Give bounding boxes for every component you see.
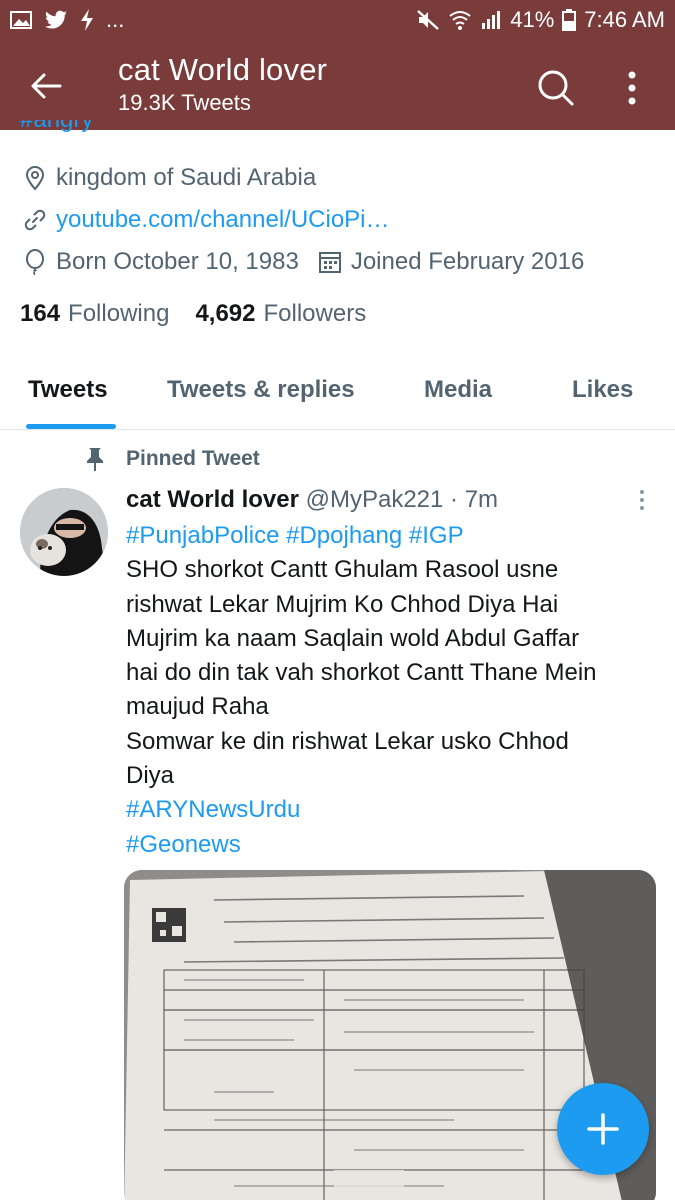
app-bar: cat World lover 19.3K Tweets	[0, 40, 675, 130]
tab-tweets-replies[interactable]: Tweets & replies	[167, 376, 355, 404]
tweet-line: rishwat Lekar Mujrim Ko Chhod Diya Hai	[126, 590, 559, 618]
tab-likes[interactable]: Likes	[572, 376, 633, 404]
tweet-count: 19.3K Tweets	[118, 90, 251, 115]
tweet-line: Somwar ke din rishwat Lekar usko Chhod	[126, 727, 569, 755]
profile-tabs: Tweets Tweets & replies Media Likes	[0, 356, 675, 430]
pinned-indicator: Pinned Tweet	[84, 446, 260, 472]
tweet-line: maujud Raha	[126, 693, 269, 721]
tweet-author-handle[interactable]: @MyPak221	[306, 486, 444, 513]
battery-icon	[562, 9, 577, 31]
following-count[interactable]: 164	[20, 300, 60, 328]
birthday-balloon-icon	[22, 249, 48, 275]
joined-text: Joined February 2016	[350, 248, 585, 275]
back-button[interactable]	[22, 62, 70, 110]
bio-hashtag-cut[interactable]: #angry	[20, 120, 93, 132]
tweet-author-name[interactable]: cat World lover	[126, 486, 299, 513]
tweet-time: 7m	[464, 486, 499, 513]
status-bar: ... 41% 7:46 AM	[0, 0, 675, 40]
mute-icon	[416, 9, 440, 31]
follow-stats: 164 Following 4,692 Followers	[20, 300, 392, 328]
profile-link[interactable]: youtube.com/channel/UCioPi…	[56, 206, 390, 234]
following-label[interactable]: Following	[68, 300, 169, 328]
search-button[interactable]	[530, 62, 582, 114]
lightning-icon	[80, 9, 94, 31]
compose-tweet-button[interactable]	[557, 1083, 649, 1175]
tweet-line: SHO shorkot Cantt Ghulam Rasool usne	[126, 556, 559, 584]
active-tab-indicator	[26, 424, 116, 429]
link-icon	[22, 207, 48, 233]
location-pin-icon	[22, 165, 48, 191]
location-row: kingdom of Saudi Arabia	[22, 164, 316, 192]
followers-label[interactable]: Followers	[264, 300, 367, 328]
profile-title: cat World lover	[118, 52, 328, 87]
wifi-icon	[448, 9, 472, 31]
avatar[interactable]	[20, 488, 108, 576]
search-icon	[538, 70, 574, 106]
pin-icon	[84, 446, 108, 472]
more-options-button[interactable]	[612, 62, 652, 114]
battery-percent: 41%	[510, 7, 555, 32]
tweet-separator: ·	[443, 486, 465, 513]
more-vertical-icon	[628, 71, 636, 105]
plus-icon	[587, 1113, 619, 1145]
followers-count[interactable]: 4,692	[195, 300, 255, 328]
status-ellipsis: ...	[106, 7, 125, 32]
tweet-header: cat World lover @MyPak221 · 7m	[126, 486, 498, 514]
pinned-label: Pinned Tweet	[126, 447, 260, 470]
gallery-icon	[10, 10, 32, 30]
tab-tweets[interactable]: Tweets	[28, 376, 108, 404]
tweet-overflow-button[interactable]	[630, 488, 654, 512]
back-arrow-icon	[31, 73, 62, 99]
twitter-bird-icon	[44, 10, 68, 30]
hashtag-geo[interactable]: #Geonews	[126, 828, 661, 862]
dates-row: Born October 10, 1983 Joined February 20…	[22, 248, 584, 276]
tweet-hashtags[interactable]: #PunjabPolice #Dpojhang #IGP	[126, 519, 661, 553]
location-text: kingdom of Saudi Arabia	[56, 164, 317, 191]
tweet-text: #PunjabPolice #Dpojhang #IGP SHO shorkot…	[126, 519, 661, 862]
tweet-line: Diya	[126, 762, 175, 790]
hashtag-ary[interactable]: #ARYNewsUrdu	[126, 793, 661, 827]
calendar-icon	[317, 249, 343, 275]
tweet-line: hai do din tak vah shorkot Cantt Thane M…	[126, 659, 597, 687]
signal-icon	[480, 9, 502, 31]
clock: 7:46 AM	[584, 7, 665, 32]
tab-media[interactable]: Media	[424, 376, 492, 404]
tweet-line: Mujrim ka naam Saqlain wold Abdul Gaffar	[126, 624, 580, 652]
more-vertical-icon	[640, 490, 644, 510]
born-text: Born October 10, 1983	[56, 248, 299, 275]
link-row: youtube.com/channel/UCioPi…	[22, 206, 390, 234]
